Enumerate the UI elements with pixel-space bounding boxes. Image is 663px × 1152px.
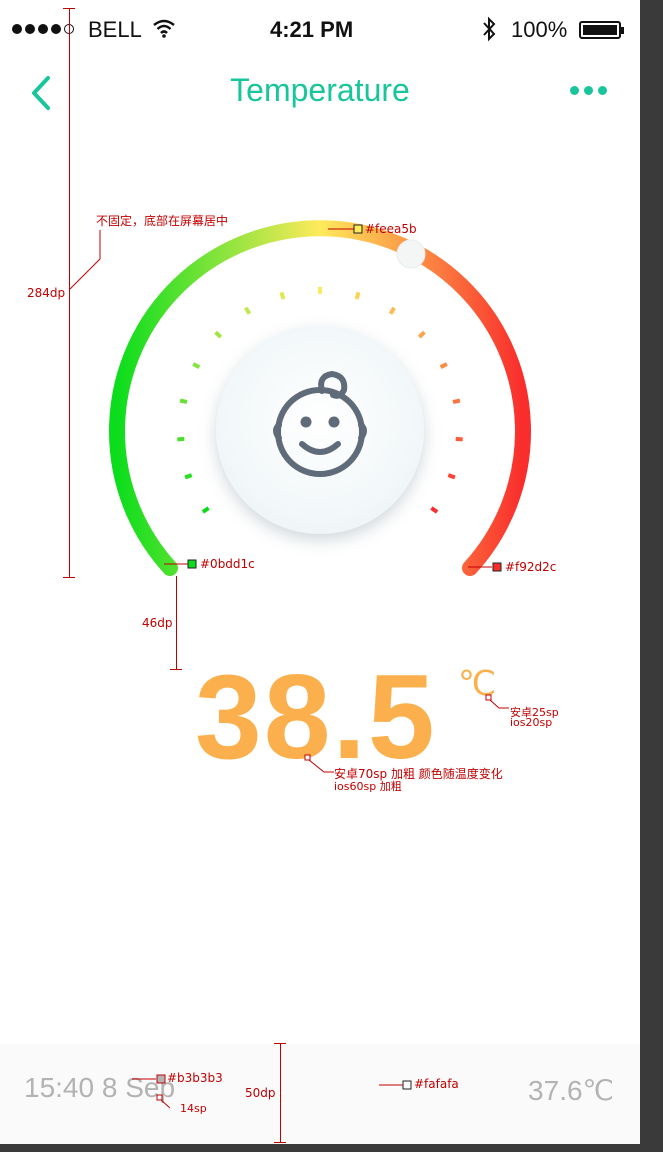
gauge-tick [201,506,210,514]
annotation-leader [69,230,101,290]
history-temperature: 37.6℃ [528,1075,614,1106]
annotation-gap-46: 46dp [142,616,173,630]
gauge-tick [184,473,193,480]
annotation-leader [485,694,509,709]
annotation-leader [164,559,197,569]
gauge-tick [179,398,188,404]
gauge-tick [192,362,201,369]
measure-cap [274,1142,286,1143]
annotation-unit-font-ios: ios20sp [510,716,553,729]
annotation-center-note: 不固定，底部在屏幕居中 [96,214,229,228]
gauge-tick [388,306,396,315]
annotation-bar-color: #b3b3b3 [167,1071,223,1085]
annotation-color-top: #feea5b [365,222,417,236]
measure-cap [63,577,75,578]
annotation-color-left: #0bdd1c [200,557,255,571]
center-dial [216,326,424,534]
annotation-height-284: 284dp [27,286,66,300]
gauge-tick [447,473,456,480]
gauge-tick [417,330,426,339]
annotation-color-right: #f92d2c [505,560,557,574]
history-bar[interactable]: 15:40 8 Sep 37.6℃ [0,1044,640,1144]
phone-screen: BELL 4:21 PM 100% Temperature 38.5 ℃ 15:… [0,0,640,1144]
gauge-tick [430,506,439,514]
measure-line-46 [176,576,177,670]
gauge-tick [439,362,448,369]
temperature-gauge [109,220,531,576]
gauge-tick [354,291,361,300]
measure-line-284 [69,8,70,578]
gauge-handle[interactable] [396,239,426,269]
gauge-tick [214,330,223,339]
annotation-bar-font: 14sp [180,1102,207,1115]
measure-cap [170,669,182,670]
gauge-tick [452,398,461,404]
annotation-leader [468,562,502,572]
gauge-tick [244,306,252,315]
annotation-leader [328,224,363,234]
measure-cap [63,8,75,9]
gauge-tick [279,291,286,300]
annotation-bar-bg: #fafafa [414,1077,459,1091]
annotation-bar-height: 50dp [245,1086,276,1100]
measure-line-50 [280,1043,281,1143]
annotation-value-font-ios: ios60sp 加粗 [334,780,402,793]
annotation-leader [132,1074,170,1109]
measure-cap [274,1043,286,1044]
annotation-leader [304,754,334,773]
annotation-leader [379,1080,412,1090]
